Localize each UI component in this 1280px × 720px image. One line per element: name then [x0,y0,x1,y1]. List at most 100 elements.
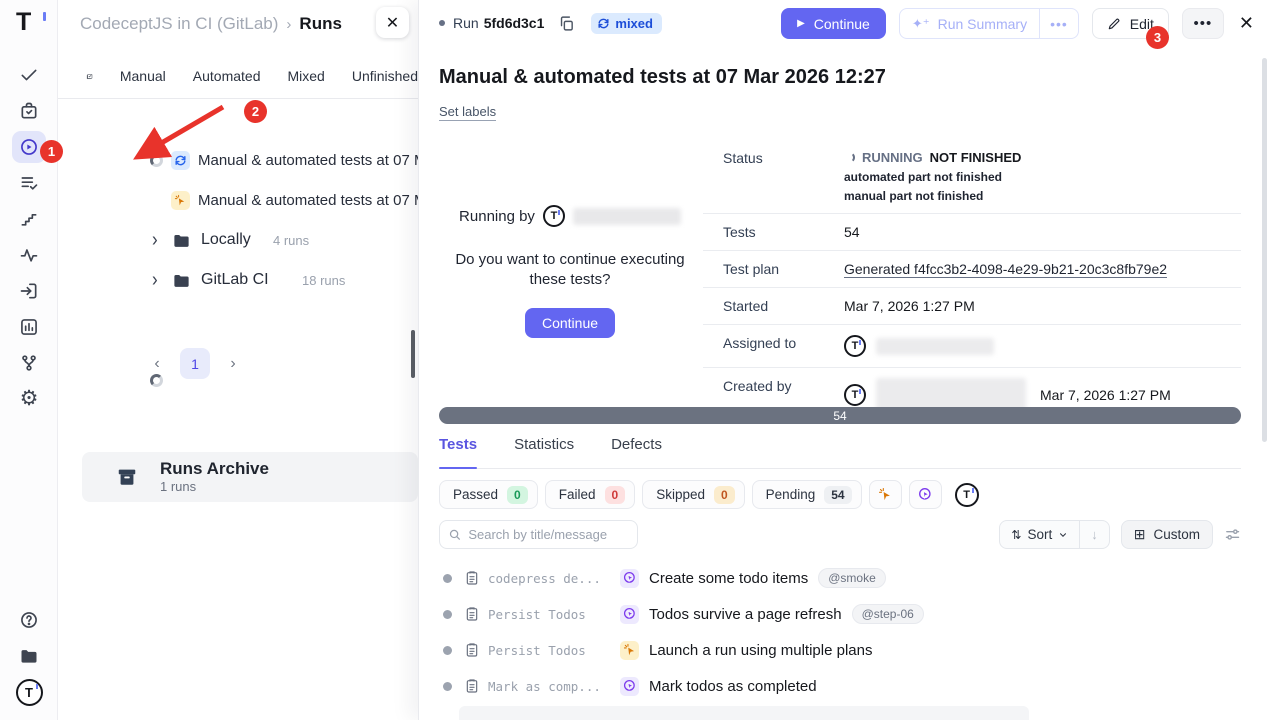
panel-close-button[interactable]: ✕ [376,7,409,38]
testomat-logo[interactable]: T [16,8,44,36]
copy-run-id-button[interactable] [558,15,575,32]
annotation-badge-1: 1 [40,140,63,163]
pagination: ‹ 1 › [148,348,242,379]
pulse-icon [19,245,39,265]
tab-automated[interactable]: Automated [193,68,261,84]
test-tag[interactable]: @smoke [818,568,886,588]
check-icon [19,65,39,85]
clipboard-icon [464,642,480,658]
status-sub-automated: automated part not finished [844,170,1241,184]
progress-count: 54 [833,409,846,423]
chevron-right-icon[interactable]: › [152,268,158,292]
filter-pending[interactable]: Pending 54 [752,480,862,509]
custom-view-button[interactable]: ⊞ Custom [1121,520,1213,549]
filter-skipped[interactable]: Skipped 0 [642,480,744,509]
test-tag[interactable]: @step-06 [852,604,924,624]
tab-tests[interactable]: Tests [439,436,477,468]
sliders-icon[interactable] [1224,526,1241,543]
ellipsis-icon: ••• [1194,15,1213,32]
sidebar-item-settings[interactable]: ⚙ [12,383,46,415]
test-row[interactable]: codepress de... Create some todo items @… [439,560,1261,596]
test-plan-link[interactable]: Generated f4fcc3b2-4098-4e29-9b21-20c3c8… [844,261,1167,278]
tab-mixed[interactable]: Mixed [287,68,324,84]
sort-button[interactable]: ⇅ Sort [1000,521,1079,548]
list-check-icon [19,173,39,193]
filter-failed[interactable]: Failed 0 [545,480,635,509]
continue-button[interactable]: Continue [525,308,615,338]
tab-statistics[interactable]: Statistics [514,436,574,468]
next-row-partial [459,706,1029,720]
test-title: Create some todo items [649,570,808,587]
sidebar-item-pulse[interactable] [12,239,46,271]
avatar: T [543,205,565,227]
next-page-icon[interactable]: › [224,355,242,373]
close-detail-button[interactable]: ✕ [1237,13,1256,34]
sidebar-item-test-cases[interactable] [12,167,46,199]
tab-defects[interactable]: Defects [611,436,662,468]
manual-cursor-icon [620,641,639,660]
sort-direction-button[interactable]: ↓ [1079,521,1109,548]
info-row-tests: Tests 54 [703,214,1241,251]
header-actions: ▶ Continue ✦⁺ Run Summary ••• Edit ••• ✕ [781,8,1256,39]
filter-automated-type[interactable] [909,480,942,509]
sidebar-item-account[interactable]: T [12,676,46,708]
left-panel-scrollbar[interactable] [411,330,415,378]
breadcrumb-project[interactable]: CodeceptJS in CI (GitLab) [80,14,278,34]
multi-select-icon[interactable] [86,68,93,85]
test-row[interactable]: Persist Todos Todos survive a page refre… [439,596,1261,632]
sidebar-item-projects[interactable] [12,640,46,672]
sidebar-item-checks[interactable] [12,59,46,91]
sidebar-item-help[interactable] [12,604,46,636]
search-input[interactable] [468,527,629,542]
sync-icon [597,17,610,30]
filter-manual-type[interactable] [869,480,902,509]
suite-name: Persist Todos [488,643,602,658]
tab-unfinished[interactable]: Unfinished [352,68,418,84]
status-filter-chips: Passed 0 Failed 0 Skipped 0 Pending 54 T [439,480,979,509]
mixed-badge: mixed [591,13,662,34]
detail-scrollbar[interactable] [1262,58,1267,442]
chevron-right-icon[interactable]: › [152,228,158,252]
filter-assignee-avatar[interactable]: T [955,483,979,507]
prev-page-icon[interactable]: ‹ [148,355,166,373]
sidebar-item-steps[interactable] [12,203,46,235]
test-title: Launch a run using multiple plans [649,642,872,659]
run-summary-button[interactable]: ✦⁺ Run Summary ••• [899,8,1079,39]
git-branch-icon [19,353,39,373]
annotation-badge-3: 3 [1146,26,1169,49]
continue-button[interactable]: ▶ Continue [781,8,886,39]
test-row[interactable]: Persist Todos Launch a run using multipl… [439,632,1261,668]
run-list-item[interactable]: Manual & automated tests at 07 Mar 202 [58,181,418,219]
continue-label: Continue [814,16,870,32]
tab-manual[interactable]: Manual [120,68,166,84]
sidebar-item-import[interactable] [12,275,46,307]
run-list-item[interactable]: Manual & automated tests at 07 Mar 202 [58,141,418,179]
passed-count: 0 [507,486,528,504]
sidebar-item-analytics[interactable] [12,311,46,343]
suite-name: Mark as comp... [488,679,602,694]
more-actions-button[interactable]: ••• [1182,8,1224,39]
passed-label: Passed [453,487,498,502]
breadcrumb: CodeceptJS in CI (GitLab) › Runs [58,0,418,48]
folder-row-locally[interactable]: › Locally 4 runs [58,221,418,259]
search-icon [448,527,461,542]
page-number[interactable]: 1 [180,348,210,379]
test-row[interactable]: Mark as comp... Mark todos as completed [439,668,1261,704]
run-detail-panel: Run 5fd6d3c1 mixed ▶ Continue ✦⁺ Run Sum… [418,0,1280,720]
pencil-icon [1107,17,1121,31]
folder-row-gitlab-ci[interactable]: › GitLab CI 18 runs [58,261,418,299]
clipboard-icon [464,570,480,586]
run-progress-bar: 54 [439,407,1241,424]
info-row-test-plan: Test plan Generated f4fcc3b2-4098-4e29-9… [703,251,1241,288]
sidebar-item-branches[interactable] [12,347,46,379]
runs-archive[interactable]: Runs Archive 1 runs [82,452,418,502]
sidebar-item-test-plans[interactable] [12,95,46,127]
status-sub-manual: manual part not finished [844,189,1241,203]
filter-passed[interactable]: Passed 0 [439,480,538,509]
run-summary-more-icon[interactable]: ••• [1039,9,1078,38]
set-labels-link[interactable]: Set labels [439,104,496,121]
runs-list-panel: CodeceptJS in CI (GitLab) › Runs ✕ Manua… [58,0,418,720]
status-label: Status [703,140,844,213]
pending-label: Pending [766,487,816,502]
folder-icon [172,271,191,290]
